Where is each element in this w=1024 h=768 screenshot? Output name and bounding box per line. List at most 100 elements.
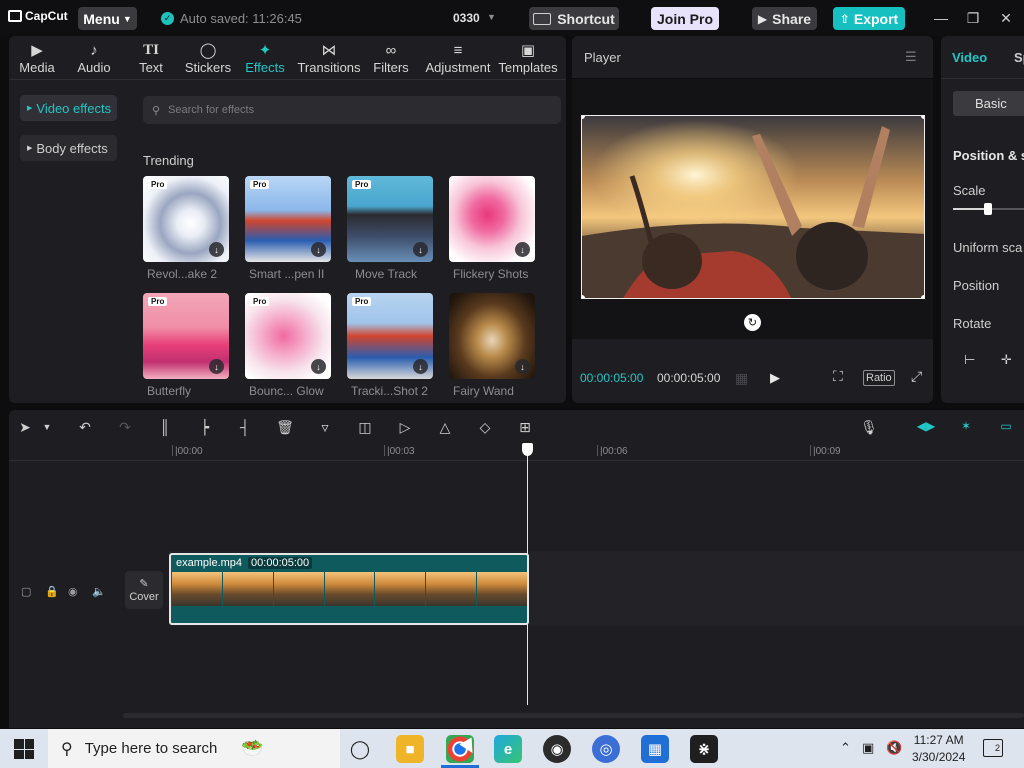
timeline-grid-icon[interactable]: ▦ (735, 370, 755, 386)
menu-button[interactable]: Menu ▼ (78, 7, 137, 30)
video-clip[interactable]: example.mp4 00:00:05:00 (169, 553, 529, 625)
logo-text: CapCut (25, 9, 68, 23)
marker-icon[interactable]: ▿ (315, 417, 335, 437)
edge-icon[interactable]: e (494, 735, 522, 763)
reverse-icon[interactable]: ▷ (395, 417, 415, 437)
shortcut-button[interactable]: Shortcut (529, 7, 619, 30)
split-left-icon[interactable]: ┝ (195, 417, 215, 437)
download-icon[interactable]: ↓ (515, 359, 530, 374)
system-clock[interactable]: 11:27 AM 3/30/2024 (912, 732, 965, 766)
volume-icon[interactable]: 🔈 (92, 585, 106, 598)
fullscreen-icon[interactable]: ⤢ (911, 368, 922, 385)
taskbar-search[interactable]: ⚲ Type here to search 🥗 (48, 729, 340, 768)
network-icon[interactable]: ▣ (862, 740, 874, 756)
sidebar-item-body-effects[interactable]: ▶ Body effects (20, 135, 117, 161)
effect-thumb[interactable]: Pro ↓ (347, 176, 433, 262)
slider-knob[interactable] (984, 203, 992, 215)
delete-icon[interactable]: 🗑 (275, 417, 295, 437)
tab-templates[interactable]: ▣ Templates (497, 36, 559, 79)
sidebar-item-video-effects[interactable]: ▶ Video effects (20, 95, 117, 121)
export-button[interactable]: ⇧ Export (833, 7, 905, 30)
align-left-icon[interactable]: ⊢ (964, 352, 975, 368)
volume-muted-icon[interactable]: 🔇 (886, 740, 902, 756)
select-cursor-icon[interactable]: ➤ (15, 417, 35, 437)
task-view-icon[interactable]: ◯ (346, 735, 374, 763)
download-icon[interactable]: ↓ (413, 242, 428, 257)
snapshot-icon[interactable]: ⛶ (833, 368, 843, 385)
mirror-icon[interactable]: △ (435, 417, 455, 437)
download-icon[interactable]: ↓ (209, 359, 224, 374)
rotate-handle-icon[interactable]: ↻ (744, 314, 761, 331)
eye-icon[interactable]: ◉ (68, 585, 78, 598)
tab-speed[interactable]: Sp (1014, 50, 1024, 65)
minimize-icon[interactable]: — (932, 9, 950, 27)
scale-slider[interactable] (953, 203, 1024, 215)
tab-media[interactable]: ▶ Media (15, 36, 59, 79)
split-right-icon[interactable]: ┤ (235, 417, 255, 437)
video-preview[interactable] (581, 115, 925, 299)
effect-thumb[interactable]: Pro ↓ (143, 176, 229, 262)
basic-subtab[interactable]: Basic (953, 91, 1024, 116)
split-icon[interactable]: ║ (155, 417, 175, 437)
tab-text[interactable]: TI Text (134, 36, 168, 79)
notification-icon[interactable]: 2 (983, 739, 1003, 757)
effect-thumb[interactable]: Pro ↓ (245, 293, 331, 379)
redo-icon[interactable]: ↷ (115, 417, 135, 437)
windows-start-icon[interactable] (14, 739, 34, 759)
restore-icon[interactable]: ❐ (964, 9, 982, 27)
hamburger-icon[interactable]: ☰ (905, 49, 917, 65)
timeline-scrollbar[interactable] (123, 713, 1024, 718)
ruler-tick: |00:06 (597, 445, 628, 457)
lock-icon[interactable]: 🔒 (45, 585, 59, 598)
tab-filters[interactable]: ∞ Filters (372, 36, 410, 79)
resize-handle[interactable] (582, 295, 585, 298)
app-icon[interactable]: ◎ (592, 735, 620, 763)
microphone-icon[interactable]: 🎙 (859, 417, 879, 437)
capcut-taskbar-icon[interactable]: ⋇ (690, 735, 718, 763)
resize-handle[interactable] (921, 295, 924, 298)
obs-icon[interactable]: ◉ (543, 735, 571, 763)
tab-video[interactable]: Video (952, 50, 987, 65)
file-explorer-icon[interactable]: ■ (396, 735, 424, 763)
download-icon[interactable]: ↓ (515, 242, 530, 257)
effect-thumb[interactable]: Pro ↓ (143, 293, 229, 379)
playhead-handle[interactable] (522, 443, 533, 456)
link-icon[interactable]: ◀▶ (915, 418, 937, 434)
undo-icon[interactable]: ↶ (75, 417, 95, 437)
resize-handle[interactable] (921, 116, 924, 119)
tab-transitions[interactable]: ⋈ Transitions (296, 36, 362, 79)
time-ruler[interactable]: |00:00 |00:03 |00:06 |00:09 (9, 443, 1024, 461)
download-icon[interactable]: ↓ (311, 359, 326, 374)
tab-audio[interactable]: ♪ Audio (73, 36, 115, 79)
close-icon[interactable]: ✕ (997, 9, 1015, 27)
ratio-button[interactable]: Ratio (863, 370, 895, 386)
align-center-icon[interactable]: ✛ (1001, 352, 1012, 368)
chevron-up-icon[interactable]: ⌃ (840, 740, 851, 756)
effects-search[interactable]: ⚲ (143, 96, 561, 124)
project-name[interactable]: 0330 (453, 11, 480, 25)
search-input[interactable] (168, 104, 549, 116)
preview-axis-icon[interactable]: ▭ (995, 418, 1017, 434)
effect-thumb[interactable]: ↓ (449, 293, 535, 379)
chevron-down-icon[interactable]: ▼ (37, 417, 57, 437)
rotate-icon[interactable]: ◇ (475, 417, 495, 437)
microsoft-store-icon[interactable]: ▦ (641, 735, 669, 763)
freeze-icon[interactable]: ◫ (355, 417, 375, 437)
download-icon[interactable]: ↓ (413, 359, 428, 374)
tab-effects[interactable]: ✦ Effects (243, 36, 287, 79)
playhead-line[interactable] (527, 443, 528, 705)
share-button[interactable]: ▶ Share (752, 7, 817, 30)
effect-thumb[interactable]: Pro ↓ (245, 176, 331, 262)
effect-thumb[interactable]: Pro ↓ (347, 293, 433, 379)
tab-adjustment[interactable]: ≡ Adjustment (423, 36, 493, 79)
tab-stickers[interactable]: ◯ Stickers (182, 36, 234, 79)
download-icon[interactable]: ↓ (311, 242, 326, 257)
cover-button[interactable]: ✎ Cover (125, 571, 163, 609)
snap-icon[interactable]: ✶ (955, 418, 977, 434)
join-pro-button[interactable]: Join Pro (651, 7, 719, 30)
effect-thumb[interactable]: ↓ (449, 176, 535, 262)
crop-icon[interactable]: ⊞ (515, 417, 535, 437)
chevron-down-icon[interactable]: ▼ (487, 12, 496, 22)
download-icon[interactable]: ↓ (209, 242, 224, 257)
play-icon[interactable]: ▶ (770, 370, 780, 386)
